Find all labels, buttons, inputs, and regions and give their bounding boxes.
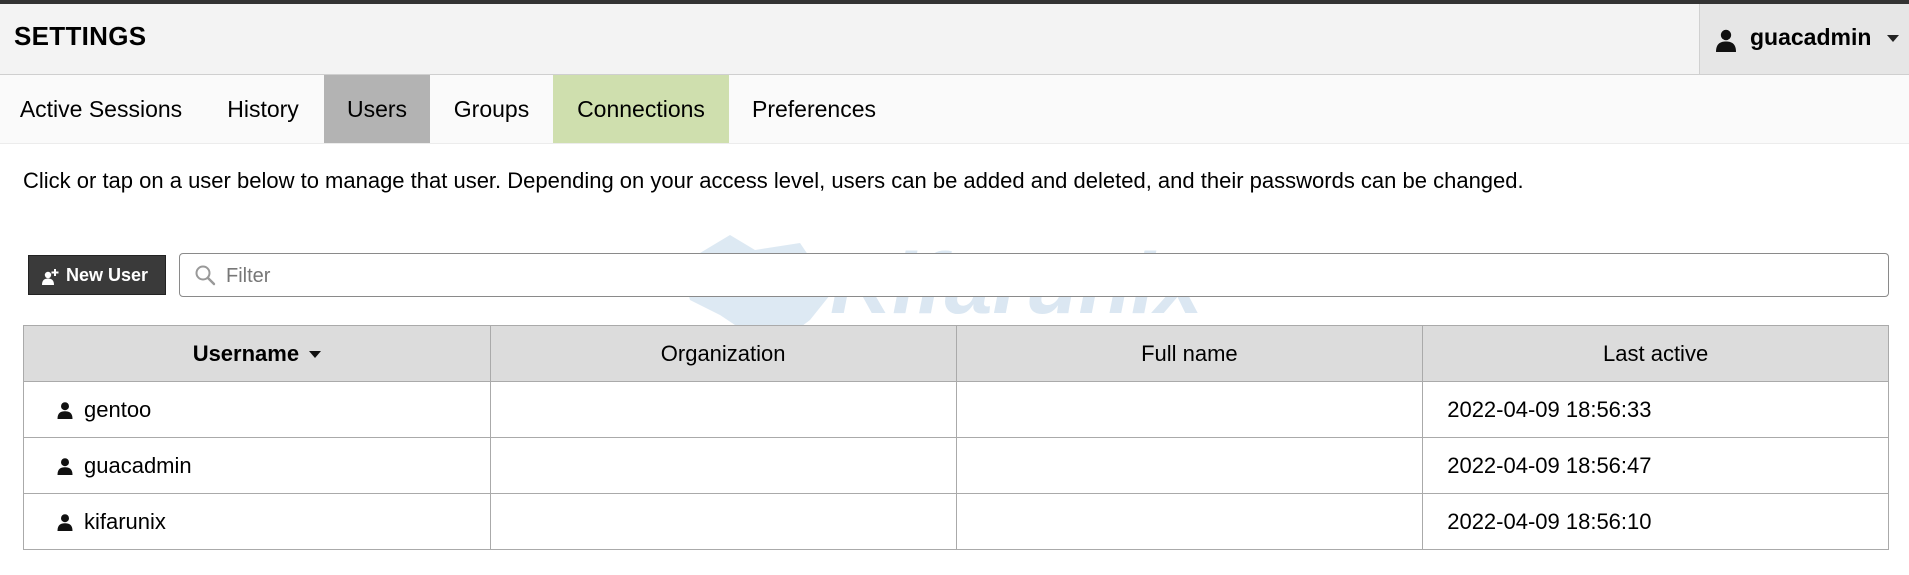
tab-groups[interactable]: Groups [430, 75, 553, 143]
cell-full-name [955, 381, 1424, 438]
current-username: guacadmin [1750, 24, 1872, 50]
app-header: SETTINGS guacadmin [0, 4, 1909, 75]
cell-last-active: 2022-04-09 18:56:47 [1422, 437, 1889, 494]
new-user-button[interactable]: New User [28, 255, 166, 295]
page-title: SETTINGS [14, 21, 147, 51]
filter-box [179, 253, 1889, 297]
tab-connections[interactable]: Connections [553, 75, 729, 143]
user-icon [1716, 29, 1736, 52]
new-user-label: New User [66, 265, 149, 285]
table-row[interactable]: guacadmin 2022-04-09 18:56:47 [23, 437, 1889, 494]
settings-tabs: Active Sessions History Users Groups Con… [0, 75, 1909, 144]
sort-descending-icon [309, 351, 322, 359]
cell-username[interactable]: kifarunix [23, 493, 491, 550]
column-full-name[interactable]: Full name [955, 325, 1424, 382]
cell-organization [489, 493, 957, 550]
cell-organization [489, 381, 957, 438]
username-text: gentoo [84, 396, 152, 422]
tab-users[interactable]: Users [324, 75, 430, 143]
tab-history[interactable]: History [202, 75, 324, 143]
tab-preferences[interactable]: Preferences [729, 75, 899, 143]
cell-full-name [955, 437, 1424, 494]
cell-organization [489, 437, 957, 494]
user-icon [57, 513, 73, 531]
users-table: Username Organization Full name Last act… [23, 325, 1889, 550]
tab-active-sessions[interactable]: Active Sessions [0, 75, 202, 143]
search-icon [195, 265, 216, 286]
filter-input[interactable] [224, 260, 1868, 292]
user-icon [57, 401, 73, 419]
users-description: Click or tap on a user below to manage t… [23, 168, 1524, 193]
column-username[interactable]: Username [23, 325, 491, 382]
add-user-icon [42, 269, 59, 285]
cell-last-active: 2022-04-09 18:56:33 [1422, 381, 1889, 438]
username-text: kifarunix [84, 508, 166, 534]
column-organization[interactable]: Organization [489, 325, 957, 382]
table-row[interactable]: gentoo 2022-04-09 18:56:33 [23, 381, 1889, 438]
table-row[interactable]: kifarunix 2022-04-09 18:56:10 [23, 493, 1889, 550]
chevron-down-icon [1887, 35, 1899, 42]
user-menu[interactable]: guacadmin [1699, 4, 1909, 74]
table-header-row: Username Organization Full name Last act… [23, 325, 1889, 382]
cell-full-name [955, 493, 1424, 550]
cell-last-active: 2022-04-09 18:56:10 [1422, 493, 1889, 550]
cell-username[interactable]: guacadmin [23, 437, 491, 494]
user-icon [57, 457, 73, 475]
column-username-label: Username [192, 340, 300, 366]
username-text: guacadmin [84, 452, 192, 478]
column-last-active[interactable]: Last active [1422, 325, 1889, 382]
cell-username[interactable]: gentoo [23, 381, 491, 438]
